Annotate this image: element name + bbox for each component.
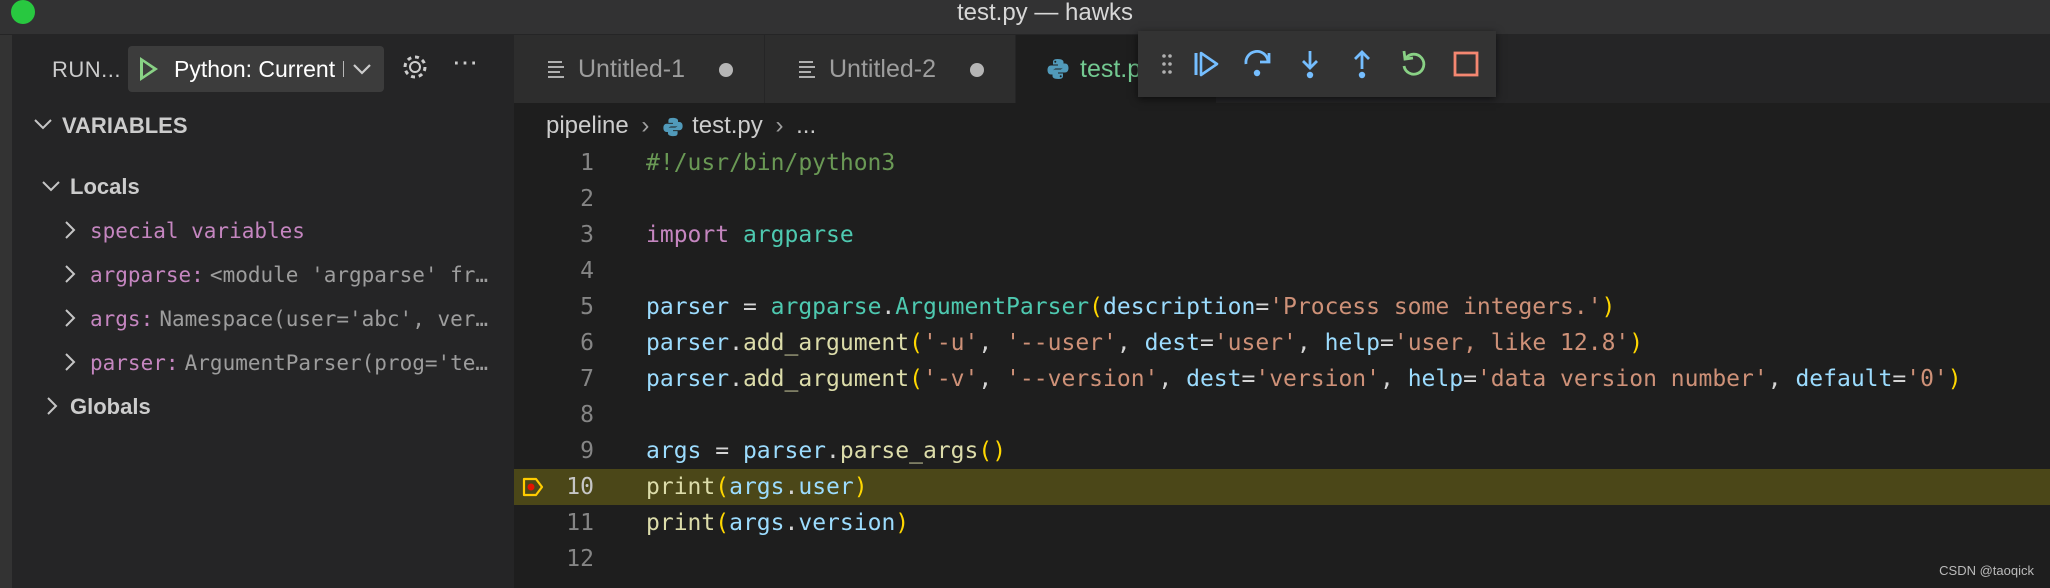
code-text: parser = argparse.ArgumentParser(descrip… xyxy=(646,294,1616,320)
variables-title: VARIABLES xyxy=(62,113,188,138)
variable-name: parser: xyxy=(90,351,179,375)
code-text: print(args.user) xyxy=(646,474,868,500)
variable-value: ArgumentParser(prog='te… xyxy=(184,351,489,375)
variable-row[interactable]: args: Namespace(user='abc', ver… xyxy=(58,301,508,337)
code-text: args = parser.parse_args() xyxy=(646,438,1007,464)
python-file-icon xyxy=(663,117,683,136)
start-debugging-icon[interactable] xyxy=(140,57,158,81)
variable-row[interactable]: parser: ArgumentParser(prog='te… xyxy=(58,345,508,381)
chevron-down-icon xyxy=(353,64,371,75)
tab-untitled-1[interactable]: Untitled-1 xyxy=(514,35,765,103)
debug-sidebar: RUN... Python: Current File ⋯ VARIABLES … xyxy=(12,35,514,588)
breadcrumb-folder[interactable]: pipeline xyxy=(546,112,629,139)
line-number: 2 xyxy=(580,186,594,212)
chevron-right-icon xyxy=(65,265,76,283)
chevron-down-icon xyxy=(42,181,60,192)
window-title: test.py — hawks xyxy=(956,0,1134,26)
chevron-down-icon xyxy=(34,119,52,130)
run-view-title: RUN... xyxy=(52,57,121,82)
debug-toolbar xyxy=(1138,31,1496,97)
title-bar: test.py — hawks xyxy=(0,0,2050,35)
more-actions-icon[interactable]: ⋯ xyxy=(452,47,480,78)
text-file-icon xyxy=(799,61,815,81)
code-text: parser.add_argument('-v', '--version', d… xyxy=(646,366,1962,392)
gear-icon[interactable] xyxy=(400,52,430,82)
line-number: 3 xyxy=(580,222,594,248)
code-text: #!/usr/bin/python3 xyxy=(646,150,896,176)
line-number: 4 xyxy=(580,258,594,284)
drag-handle-icon[interactable] xyxy=(1162,53,1172,75)
tab-label: Untitled-2 xyxy=(829,55,936,83)
code-line[interactable]: 9 args = parser.parse_args() xyxy=(514,433,2050,469)
code-line[interactable]: 2 xyxy=(514,181,2050,217)
step-out-icon[interactable] xyxy=(1346,48,1378,80)
code-text: parser.add_argument('-u', '--user', dest… xyxy=(646,330,1644,356)
variable-name: args: xyxy=(90,307,154,331)
locals-scope[interactable]: Locals xyxy=(40,169,140,205)
variable-name: special variables xyxy=(90,219,305,243)
code-line[interactable]: 1 #!/usr/bin/python3 xyxy=(514,145,2050,181)
line-number: 10 xyxy=(566,474,594,500)
tab-label: Untitled-1 xyxy=(578,55,685,83)
code-line[interactable]: 3 import argparse xyxy=(514,217,2050,253)
chevron-right-icon xyxy=(47,397,58,415)
code-text: import argparse xyxy=(646,222,854,248)
globals-scope[interactable]: Globals xyxy=(40,389,151,425)
line-number: 5 xyxy=(580,294,594,320)
python-file-icon xyxy=(1047,59,1069,79)
current-execution-line[interactable]: 10 print(args.user) xyxy=(514,469,2050,505)
activity-bar xyxy=(0,35,12,588)
stop-icon[interactable] xyxy=(1450,48,1482,80)
tab-untitled-2[interactable]: Untitled-2 xyxy=(765,35,1016,103)
text-file-icon xyxy=(548,61,564,81)
continue-icon[interactable] xyxy=(1190,48,1222,80)
variable-name: argparse: xyxy=(90,263,204,287)
chevron-right-icon: › xyxy=(775,112,784,139)
variable-row[interactable]: argparse: <module 'argparse' fr… xyxy=(58,257,508,293)
chevron-right-icon xyxy=(65,221,76,239)
line-number: 1 xyxy=(580,150,594,176)
code-line[interactable]: 6 parser.add_argument('-u', '--user', de… xyxy=(514,325,2050,361)
code-text: print(args.version) xyxy=(646,510,910,536)
unsaved-dot-icon[interactable] xyxy=(719,63,733,77)
code-line[interactable]: 8 xyxy=(514,397,2050,433)
chevron-right-icon xyxy=(65,353,76,371)
code-line[interactable]: 11 print(args.version) xyxy=(514,505,2050,541)
line-number: 11 xyxy=(566,510,594,536)
step-over-icon[interactable] xyxy=(1242,48,1274,80)
code-line[interactable]: 5 parser = argparse.ArgumentParser(descr… xyxy=(514,289,2050,325)
line-number: 12 xyxy=(566,546,594,572)
restart-icon[interactable] xyxy=(1398,48,1430,80)
line-number: 7 xyxy=(580,366,594,392)
line-number: 8 xyxy=(580,402,594,428)
breadcrumb-file[interactable]: test.py xyxy=(692,112,763,139)
launch-config-dropdown[interactable]: Python: Current File xyxy=(128,46,384,92)
code-line[interactable]: 12 xyxy=(514,541,2050,577)
line-number: 9 xyxy=(580,438,594,464)
variable-value: <module 'argparse' fr… xyxy=(209,263,489,287)
unsaved-dot-icon[interactable] xyxy=(970,63,984,77)
code-editor[interactable]: 1 #!/usr/bin/python3 2 3 import argparse… xyxy=(514,145,2050,588)
code-line[interactable]: 7 parser.add_argument('-v', '--version',… xyxy=(514,361,2050,397)
line-number: 6 xyxy=(580,330,594,356)
locals-label: Locals xyxy=(70,174,140,199)
globals-label: Globals xyxy=(70,394,151,419)
variable-row[interactable]: special variables xyxy=(58,213,508,249)
breadcrumb: pipeline › test.py › ... xyxy=(546,112,816,142)
run-header: RUN... Python: Current File ⋯ xyxy=(12,35,514,103)
chevron-right-icon: › xyxy=(641,112,650,139)
watermark: CSDN @taoqick xyxy=(1939,563,2034,578)
code-line[interactable]: 4 xyxy=(514,253,2050,289)
breadcrumb-symbols[interactable]: ... xyxy=(796,112,816,139)
launch-config-name: Python: Current File xyxy=(174,56,344,82)
variables-section-header[interactable]: VARIABLES xyxy=(32,113,188,139)
variable-value: Namespace(user='abc', ver… xyxy=(159,307,489,331)
step-into-icon[interactable] xyxy=(1294,48,1326,80)
chevron-right-icon xyxy=(65,309,76,327)
